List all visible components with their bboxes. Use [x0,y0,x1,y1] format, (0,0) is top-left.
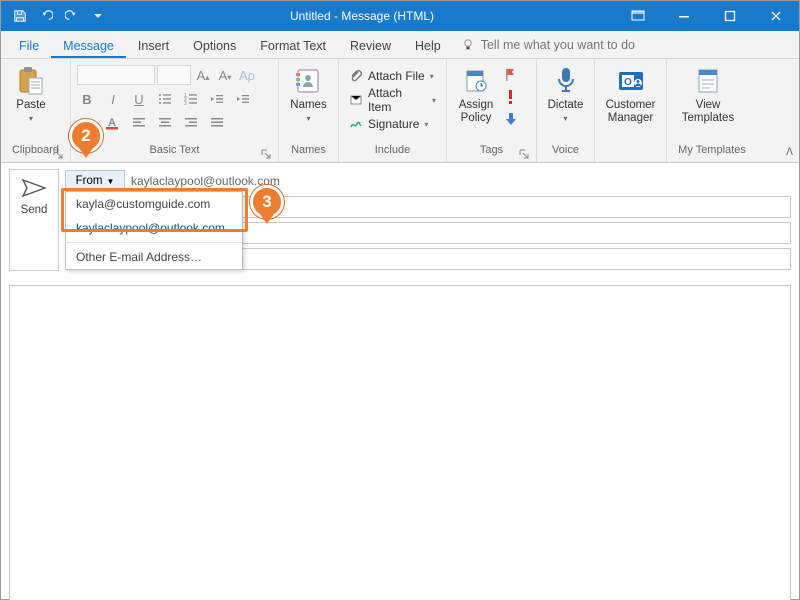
ribbon-display-icon[interactable] [615,1,661,31]
group-my-templates: View Templates My Templates [667,59,757,162]
ribbon-tabs: File Message Insert Options Format Text … [1,31,799,59]
chevron-down-icon: ▾ [306,114,310,123]
paperclip-icon [349,69,363,83]
tab-review[interactable]: Review [338,33,403,58]
decrease-indent-button[interactable] [207,89,227,109]
tab-message[interactable]: Message [51,33,126,58]
tab-options[interactable]: Options [181,33,248,58]
redo-icon[interactable] [61,5,83,27]
message-body-editor[interactable] [9,285,791,600]
align-right-button[interactable] [181,113,201,133]
dictate-button[interactable]: Dictate ▾ [543,63,588,123]
from-dropdown-menu: kayla@customguide.com kaylaclaypool@outl… [65,191,243,270]
dialog-launcher-icon[interactable] [260,148,272,160]
paste-icon [15,65,47,97]
names-button[interactable]: Names ▾ [285,63,332,123]
justify-button[interactable] [207,113,227,133]
from-option-1[interactable]: kayla@customguide.com [66,192,242,216]
attach-item-icon [349,93,363,107]
paste-button[interactable]: Paste ▾ [7,63,55,123]
view-templates-button[interactable]: View Templates [673,63,743,125]
annotation-marker-2: 2 [69,119,103,163]
policy-icon [460,65,492,97]
chevron-down-icon: ▼ [106,177,114,186]
signature-button[interactable]: Signature▾ [345,113,440,135]
assign-policy-button[interactable]: Assign Policy [453,63,499,125]
dialog-launcher-icon[interactable] [52,148,64,160]
bold-button[interactable]: B [77,92,97,107]
from-button[interactable]: From ▼ [65,170,125,192]
grow-font-button[interactable]: A▴ [193,68,213,83]
signature-icon [349,117,363,131]
font-family-combo[interactable] [77,65,155,85]
group-clipboard: Paste ▾ Clipboard [1,59,71,162]
minimize-button[interactable] [661,1,707,31]
compose-header: Send From ▼ kaylaclaypool@outlook.com ka… [1,163,799,279]
tell-me-search[interactable]: Tell me what you want to do [453,32,643,58]
customer-manager-button[interactable]: O Customer Manager [601,63,660,125]
clear-formatting-button[interactable]: Aρ [237,68,257,83]
shrink-font-button[interactable]: A▾ [215,68,235,83]
svg-text:3: 3 [184,101,187,105]
address-book-icon [293,65,325,97]
tab-format-text[interactable]: Format Text [248,33,338,58]
attach-item-button[interactable]: Attach Item▾ [345,89,440,111]
chevron-down-icon: ▾ [29,114,33,123]
font-size-combo[interactable] [157,65,191,85]
undo-icon[interactable] [35,5,57,27]
close-button[interactable] [753,1,799,31]
microphone-icon [550,65,582,97]
title-bar: Untitled - Message (HTML) [1,1,799,31]
save-icon[interactable] [9,5,31,27]
numbering-button[interactable]: 123 [181,89,201,109]
window-title: Untitled - Message (HTML) [109,9,615,23]
svg-text:O: O [624,77,632,88]
italic-button[interactable]: I [103,92,123,107]
from-other-address[interactable]: Other E-mail Address… [66,245,242,269]
maximize-button[interactable] [707,1,753,31]
group-names: Names ▾ Names [279,59,339,162]
lightbulb-icon [461,38,475,52]
templates-icon [692,65,724,97]
qat-more-icon[interactable] [87,5,109,27]
chevron-down-icon: ▾ [563,114,567,123]
window-buttons [615,1,799,31]
from-option-2[interactable]: kaylaclaypool@outlook.com [66,216,242,240]
dialog-launcher-icon[interactable] [518,148,530,160]
underline-button[interactable]: U [129,92,149,107]
tell-me-placeholder: Tell me what you want to do [481,38,635,52]
annotation-marker-3: 3 [250,185,284,229]
bullets-button[interactable] [155,89,175,109]
collapse-ribbon-icon[interactable]: ᐱ [786,147,793,158]
group-voice: Dictate ▾ Voice [537,59,595,162]
quick-access-toolbar [1,5,109,27]
ribbon: Paste ▾ Clipboard A▴ A▾ Aρ B I U 123 [1,59,799,163]
group-tags: Assign Policy Tags [447,59,537,162]
align-center-button[interactable] [155,113,175,133]
group-customer-manager: O Customer Manager [595,59,667,162]
attach-file-button[interactable]: Attach File▾ [345,65,440,87]
tab-file[interactable]: File [7,33,51,58]
send-button[interactable]: Send [9,169,59,271]
increase-indent-button[interactable] [233,89,253,109]
align-left-button[interactable] [129,113,149,133]
low-importance-button[interactable] [501,109,521,129]
group-include: Attach File▾ Attach Item▾ Signature▾ Inc… [339,59,447,162]
outlook-customer-icon: O [615,65,647,97]
follow-up-flag-button[interactable] [501,65,521,85]
send-icon [21,178,47,198]
tab-insert[interactable]: Insert [126,33,181,58]
menu-separator [66,242,242,243]
high-importance-button[interactable] [501,87,521,107]
tab-help[interactable]: Help [403,33,453,58]
font-color-button[interactable]: A [103,113,123,133]
